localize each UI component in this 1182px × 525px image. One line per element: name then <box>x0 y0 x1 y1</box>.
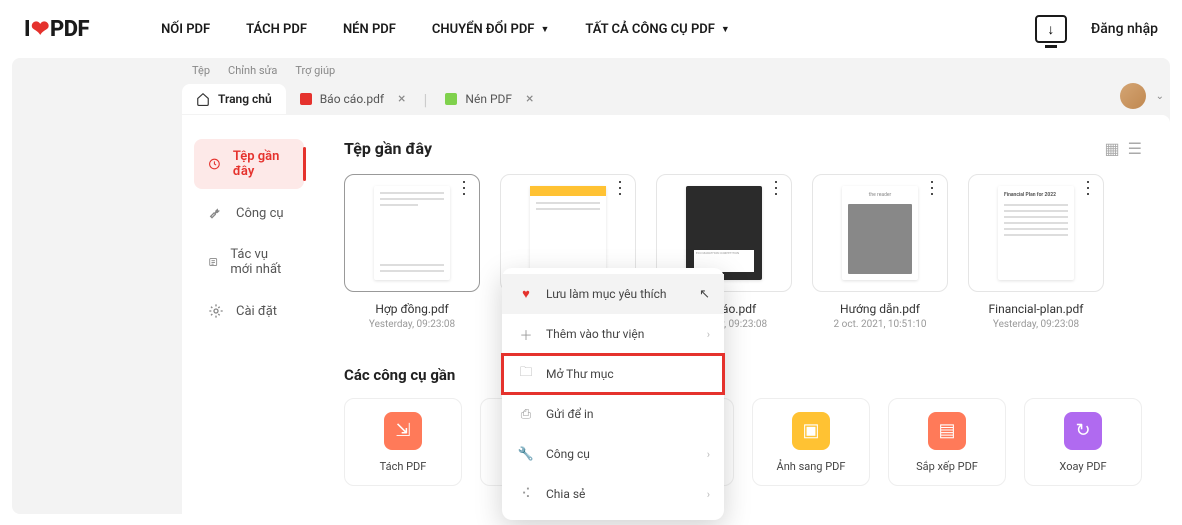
nav-compress[interactable]: NÉN PDF <box>343 22 396 37</box>
ctx-tools[interactable]: 🔧 Công cụ › <box>502 434 724 474</box>
print-icon: ⎙ <box>518 406 534 422</box>
section-title: Tệp gần đây <box>344 139 432 158</box>
tabbar: Trang chủ Báo cáo.pdf × | Nén PDF × ⌄ <box>12 83 1170 115</box>
sidebar-item-settings[interactable]: Cài đặt <box>194 293 304 329</box>
nav-convert[interactable]: CHUYỂN ĐỔI PDF▼ <box>432 22 549 37</box>
ctx-add-library[interactable]: ＋ Thêm vào thư viện › <box>502 314 724 354</box>
list-view-icon[interactable]: ☰ <box>1128 139 1142 158</box>
top-nav: I ❤ PDF NỐI PDF TÁCH PDF NÉN PDF CHUYỂN … <box>0 0 1182 58</box>
chevron-down-icon: ▼ <box>721 24 730 35</box>
close-icon[interactable]: × <box>526 91 533 107</box>
tool-grid: ⇲Tách PDF ⇱Nối PDF ↓Nén PDF ▣Ảnh sang PD… <box>344 398 1142 486</box>
pdf-icon <box>300 93 312 105</box>
file-grid: ⋯ Hợp đồng.pdf Yesterday, 09:23:08 ⋯ <box>344 174 1142 330</box>
share-icon: ⠪ <box>518 486 534 502</box>
organize-icon: ▤ <box>928 412 966 450</box>
more-icon[interactable]: ⋯ <box>617 179 621 195</box>
nav-all-tools[interactable]: TẤT CẢ CÔNG CỤ PDF▼ <box>585 22 729 37</box>
main-content: Tệp gần đây ▦ ☰ ⋯ Hợp đồng.pdf Yesterday… <box>316 115 1170 525</box>
nav-merge[interactable]: NỐI PDF <box>161 22 210 37</box>
view-toggle: ▦ ☰ <box>1105 139 1142 158</box>
heart-icon: ♥ <box>518 286 534 302</box>
cursor-icon: ↖ <box>699 287 710 302</box>
home-icon <box>196 92 210 106</box>
sidebar-item-tools[interactable]: Công cụ <box>194 195 304 231</box>
ctx-print[interactable]: ⎙ Gửi để in <box>502 394 724 434</box>
sidebar-item-tasks[interactable]: Tác vụ mới nhất <box>194 237 304 287</box>
sidebar-item-label: Cài đặt <box>236 304 277 319</box>
tool-img2pdf[interactable]: ▣Ảnh sang PDF <box>752 398 870 486</box>
tool-rotate[interactable]: ↻Xoay PDF <box>1024 398 1142 486</box>
sidebar: Tệp gần đây Công cụ Tác vụ mới nhất Cài … <box>182 115 316 525</box>
tab-document-1[interactable]: Báo cáo.pdf × <box>286 83 420 115</box>
ctx-favorite[interactable]: ♥ Lưu làm mục yêu thích ↖ <box>502 274 724 314</box>
close-icon[interactable]: × <box>398 91 405 107</box>
file-card[interactable]: ⋯ Hợp đồng.pdf Yesterday, 09:23:08 <box>344 174 480 330</box>
logo-text-post: PDF <box>50 17 89 42</box>
nav-right: ↓ Đăng nhập <box>1035 15 1158 43</box>
rotate-icon: ↻ <box>1064 412 1102 450</box>
plus-icon: ＋ <box>518 326 534 342</box>
sidebar-item-label: Công cụ <box>236 206 284 221</box>
tab-compress[interactable]: Nén PDF × <box>431 83 547 115</box>
more-icon[interactable]: ⋯ <box>1085 179 1089 195</box>
tool-organize[interactable]: ▤Sắp xếp PDF <box>888 398 1006 486</box>
compress-icon <box>445 93 457 105</box>
file-name: Hướng dẫn.pdf <box>812 302 948 316</box>
nav-links: NỐI PDF TÁCH PDF NÉN PDF CHUYỂN ĐỔI PDF▼… <box>161 22 730 37</box>
download-icon[interactable]: ↓ <box>1035 15 1067 43</box>
login-link[interactable]: Đăng nhập <box>1091 21 1158 37</box>
context-menu: ♥ Lưu làm mục yêu thích ↖ ＋ Thêm vào thư… <box>502 268 724 520</box>
file-meta: Yesterday, 09:23:08 <box>344 319 480 330</box>
chevron-right-icon: › <box>707 328 710 341</box>
gear-icon <box>208 303 224 319</box>
sidebar-item-recent[interactable]: Tệp gần đây <box>194 139 304 189</box>
app-frame: Tệp Chỉnh sửa Trợ giúp Trang chủ Báo cáo… <box>12 58 1170 514</box>
ctx-share[interactable]: ⠪ Chia sẻ › <box>502 474 724 514</box>
split-icon: ⇲ <box>384 412 422 450</box>
wrench-icon <box>208 205 224 221</box>
menu-edit[interactable]: Chỉnh sửa <box>228 64 277 77</box>
file-name: Hợp đồng.pdf <box>344 302 480 316</box>
menubar: Tệp Chỉnh sửa Trợ giúp <box>12 62 1170 83</box>
file-meta: Yesterday, 09:23:08 <box>968 319 1104 330</box>
clock-icon <box>208 156 221 172</box>
more-icon[interactable]: ⋯ <box>461 179 465 195</box>
ctx-open-folder[interactable]: 🗀 Mở Thư mục <box>502 354 724 394</box>
file-name: Financial-plan.pdf <box>968 302 1104 316</box>
tool-split[interactable]: ⇲Tách PDF <box>344 398 462 486</box>
sidebar-item-label: Tệp gần đây <box>233 149 290 179</box>
file-card[interactable]: ⋯ the reader Hướng dẫn.pdf 2 oct. 2021, … <box>812 174 948 330</box>
avatar[interactable] <box>1120 83 1146 109</box>
chevron-down-icon: ▼ <box>540 24 549 35</box>
sidebar-item-label: Tác vụ mới nhất <box>230 247 290 277</box>
file-thumbnail: Financial Plan for 2022 <box>998 186 1074 280</box>
menu-file[interactable]: Tệp <box>192 64 210 77</box>
tools-title: Các công cụ gần <box>344 366 1142 384</box>
file-thumbnail: the reader <box>842 186 918 280</box>
logo[interactable]: I ❤ PDF <box>24 17 89 42</box>
more-icon[interactable]: ⋯ <box>773 179 777 195</box>
image-icon: ▣ <box>792 412 830 450</box>
file-card[interactable]: ⋯ Financial Plan for 2022 Financial-plan… <box>968 174 1104 330</box>
file-meta: 2 oct. 2021, 10:51:10 <box>812 319 948 330</box>
menu-help[interactable]: Trợ giúp <box>295 64 335 77</box>
file-thumbnail: ECO MARATHON COMPETITION <box>686 186 762 280</box>
chevron-down-icon: ⌄ <box>1156 91 1164 102</box>
list-icon <box>208 254 218 270</box>
file-thumbnail <box>374 186 450 280</box>
more-icon[interactable]: ⋯ <box>929 179 933 195</box>
heart-icon: ❤ <box>31 17 49 42</box>
chevron-right-icon: › <box>707 448 710 461</box>
wrench-icon: 🔧 <box>518 446 534 462</box>
file-thumbnail <box>530 186 606 280</box>
chevron-right-icon: › <box>707 488 710 501</box>
logo-text-pre: I <box>24 17 30 42</box>
folder-icon: 🗀 <box>518 366 534 382</box>
nav-split[interactable]: TÁCH PDF <box>246 22 307 37</box>
grid-view-icon[interactable]: ▦ <box>1105 139 1120 158</box>
tab-home[interactable]: Trang chủ <box>182 84 286 114</box>
